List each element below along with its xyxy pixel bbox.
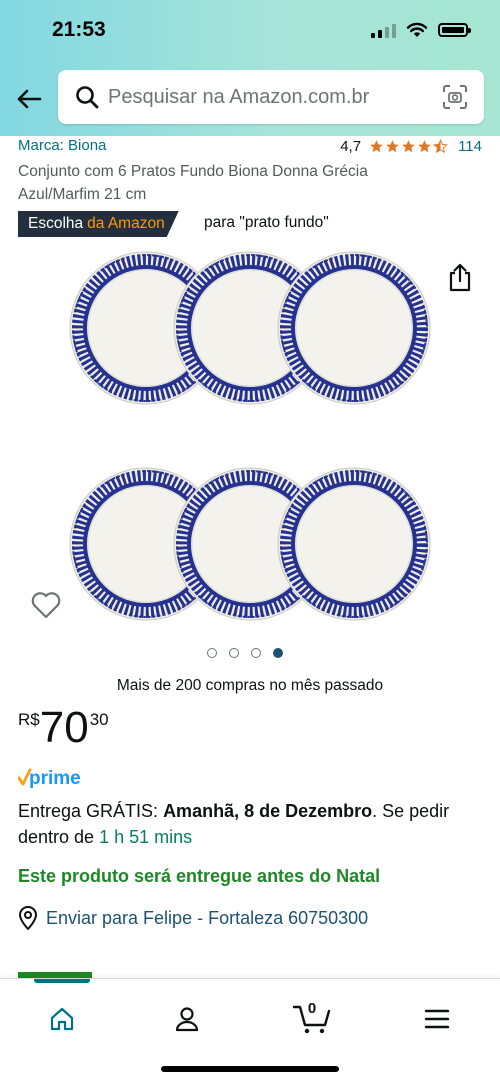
search-input[interactable]: [106, 84, 430, 110]
prime-logo: prime: [18, 768, 81, 789]
delivery-countdown: 1 h 51 mins: [99, 827, 193, 847]
carousel-dot[interactable]: [251, 648, 261, 658]
share-icon[interactable]: [446, 262, 474, 292]
home-indicator: [161, 1066, 339, 1072]
nav-account[interactable]: [157, 991, 217, 1047]
choice-keyword: para "prato fundo": [204, 214, 329, 231]
star-full-icon: [418, 140, 431, 153]
heart-icon[interactable]: [30, 590, 62, 620]
back-arrow-icon[interactable]: [14, 84, 44, 114]
star-full-icon: [370, 140, 383, 153]
rating-value: 4,7: [340, 138, 362, 155]
menu-icon: [424, 1009, 450, 1029]
rating-summary[interactable]: 4,7 114: [340, 138, 482, 155]
carousel-dots[interactable]: [207, 648, 283, 658]
product-title: Conjunto com 6 Pratos Fundo Biona Donna …: [18, 163, 368, 203]
amazon-choice-badge: Escolha da Amazon: [18, 211, 179, 237]
search-bar[interactable]: [58, 70, 484, 124]
battery-icon: [438, 23, 471, 37]
price: R$ 70 30: [18, 704, 109, 752]
choice-badge-brand: da Amazon: [87, 215, 165, 232]
deliver-to-label: Enviar para Felipe - Fortaleza 60750300: [46, 907, 369, 928]
location-pin-icon: [18, 906, 38, 930]
star-rating: [369, 139, 448, 154]
delivery-info: Entrega GRÁTIS: Amanhã, 8 de Dezembro. S…: [18, 798, 488, 850]
star-full-icon: [402, 140, 415, 153]
choice-badge-label: Escolha: [28, 215, 84, 232]
carousel-dot[interactable]: [229, 648, 239, 658]
carousel-dot-active[interactable]: [273, 648, 283, 658]
deliver-to-link[interactable]: Enviar para Felipe - Fortaleza 60750300: [18, 906, 368, 930]
star-half-icon: [433, 139, 448, 154]
status-icons: [371, 22, 471, 38]
home-icon: [50, 1007, 74, 1031]
rating-count: 114: [458, 138, 482, 155]
carousel-dot[interactable]: [207, 648, 217, 658]
active-tab-indicator: [34, 979, 90, 983]
status-time: 21:53: [52, 18, 106, 41]
price-whole: 70: [39, 703, 89, 752]
purchase-count: Mais de 200 compras no mês passado: [116, 677, 384, 694]
nav-home[interactable]: [32, 991, 92, 1047]
delivery-date: Amanhã, 8 de Dezembro: [163, 801, 373, 821]
search-icon: [76, 86, 99, 109]
wifi-icon: [406, 22, 428, 37]
camera-scan-icon[interactable]: [442, 84, 468, 110]
nav-menu[interactable]: [407, 991, 467, 1047]
nav-cart[interactable]: 0: [282, 991, 342, 1047]
cart-count: 0: [307, 1000, 317, 1017]
price-currency: R$: [18, 710, 40, 729]
prime-label: prime: [29, 768, 81, 789]
star-full-icon: [386, 140, 399, 153]
cellular-signal-icon: [371, 22, 396, 38]
user-icon: [175, 1007, 199, 1032]
christmas-delivery-note: Este produto será entregue antes do Nata…: [18, 866, 381, 886]
price-cents: 30: [89, 710, 109, 729]
product-image[interactable]: [68, 250, 434, 625]
brand-link[interactable]: Marca: Biona: [18, 137, 106, 154]
delivery-prefix: Entrega GRÁTIS:: [18, 801, 164, 821]
